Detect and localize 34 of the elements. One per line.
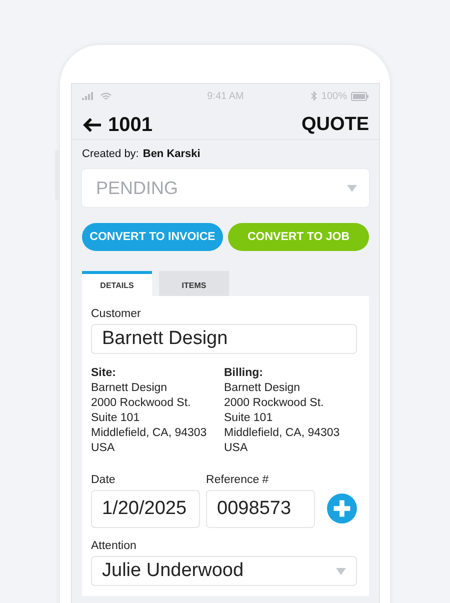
- created-by-label: Created by:: [82, 148, 139, 160]
- battery-icon: [350, 92, 369, 100]
- creator-name: Ben Karski: [142, 148, 200, 160]
- record-type: QUOTE: [301, 114, 369, 136]
- wifi-icon: [100, 92, 112, 100]
- address-line: 2000 Rockwood St.: [224, 396, 325, 411]
- address-line: 2000 Rockwood St.: [91, 396, 192, 411]
- address-heading: Site:: [91, 366, 117, 381]
- address-line: Middlefield, CA, 94303: [91, 426, 208, 441]
- address-line: Suite 101: [91, 411, 141, 426]
- field-label: Customer: [91, 308, 142, 320]
- date-field[interactable]: 1/20/2025: [91, 490, 200, 528]
- field-label: Reference #: [206, 474, 270, 486]
- address-line: Barnett Design: [91, 381, 168, 396]
- attention-dropdown[interactable]: Julie Underwood: [91, 556, 357, 586]
- address-line: USA: [224, 441, 249, 456]
- field-label: Attention: [91, 540, 138, 552]
- add-icon[interactable]: [327, 493, 358, 524]
- tab[interactable]: ITEMS: [159, 271, 229, 296]
- address-line: Suite 101: [224, 411, 274, 426]
- address-line: Barnett Design: [224, 381, 302, 396]
- customer-field[interactable]: Barnett Design: [91, 324, 357, 354]
- signal-icon: [82, 92, 96, 100]
- field-label: Date: [91, 474, 116, 486]
- bluetooth-icon: [311, 91, 318, 101]
- tab[interactable]: DETAILS: [82, 271, 152, 296]
- record-number: 1001: [108, 114, 152, 136]
- address-heading: Billing:: [224, 366, 264, 381]
- dropdown-caret-icon: [336, 568, 346, 574]
- back-arrow-icon[interactable]: [82, 117, 102, 133]
- address-line: Middlefield, CA, 94303: [224, 426, 341, 441]
- address-line: USA: [91, 441, 116, 456]
- dropdown-caret-icon: [347, 184, 357, 192]
- reference-field[interactable]: 0098573: [206, 490, 316, 528]
